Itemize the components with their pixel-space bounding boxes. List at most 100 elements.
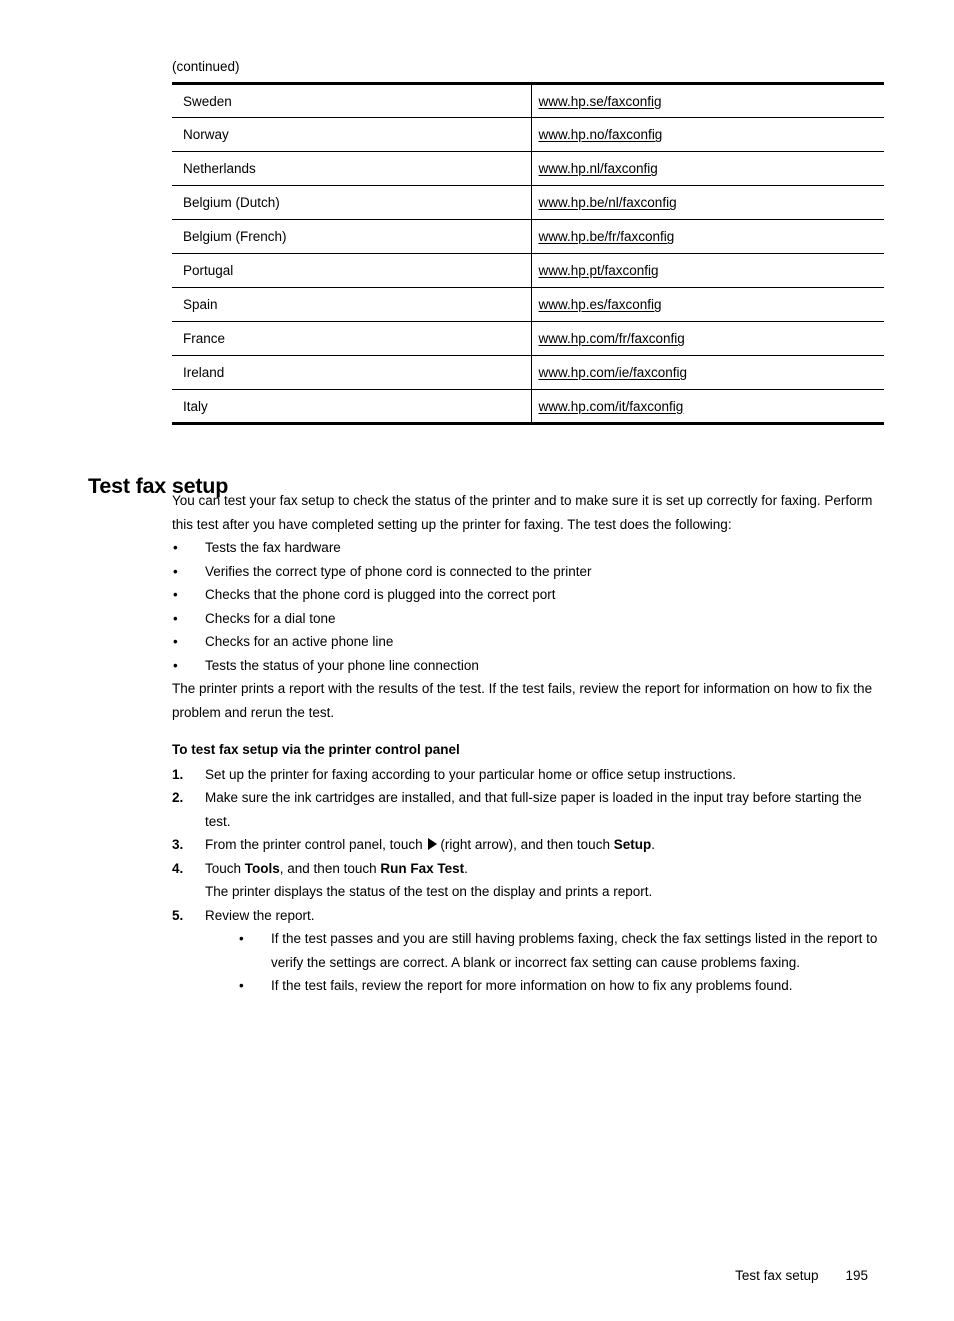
country-cell: Belgium (French) [172, 219, 532, 254]
step-number: 1. [172, 766, 184, 782]
list-item-label: Checks that the phone cord is plugged in… [205, 587, 556, 602]
bullet-icon: • [173, 563, 178, 579]
test-checks-list: • Tests the fax hardware • Verifies the … [172, 536, 886, 677]
document-page: (continued) Sweden www.hp.se/faxconfig N… [0, 0, 954, 1321]
country-cell: Italy [172, 389, 532, 425]
country-cell: Spain [172, 287, 532, 322]
table-row: Italy www.hp.com/it/faxconfig [172, 389, 884, 425]
step-item-2: 2. Make sure the ink cartridges are inst… [172, 786, 886, 833]
table-row: Belgium (French) www.hp.be/fr/faxconfig [172, 219, 884, 254]
fax-config-table-body: Sweden www.hp.se/faxconfig Norway www.hp… [172, 82, 884, 425]
list-item-label: If the test fails, review the report for… [271, 978, 793, 993]
bullet-icon: • [173, 634, 178, 649]
table-row: Belgium (Dutch) www.hp.be/nl/faxconfig [172, 185, 884, 220]
step-item-5: 5. Review the report. • If the test pass… [172, 904, 886, 998]
step-number: 2. [172, 790, 184, 805]
step-number: 3. [172, 837, 184, 852]
fax-config-url-table: Sweden www.hp.se/faxconfig Norway www.hp… [172, 82, 884, 425]
step-text-before-icon: From the printer control panel, touch [205, 837, 427, 852]
step-text-start: Touch [205, 860, 245, 876]
step-number: 5. [172, 907, 184, 923]
footer-section-title: Test fax setup [735, 1268, 819, 1283]
url-link[interactable]: www.hp.no/faxconfig [539, 127, 663, 142]
url-cell: www.hp.be/fr/faxconfig [531, 219, 884, 254]
list-item: • If the test passes and you are still h… [238, 927, 886, 974]
step-text-after-icon: (right arrow), and then touch [440, 837, 614, 852]
table-row: Portugal www.hp.pt/faxconfig [172, 253, 884, 288]
list-item-label: Checks for an active phone line [205, 634, 394, 649]
url-cell: www.hp.no/faxconfig [531, 117, 884, 152]
url-cell: www.hp.com/ie/faxconfig [531, 355, 884, 390]
url-cell: www.hp.nl/faxconfig [531, 151, 884, 186]
list-item-label: If the test passes and you are still hav… [271, 931, 878, 970]
right-arrow-icon [428, 838, 438, 850]
ui-term-tools: Tools [244, 860, 280, 876]
table-row: Sweden www.hp.se/faxconfig [172, 82, 884, 118]
country-cell: Portugal [172, 253, 532, 288]
ui-term-setup: Setup [613, 837, 652, 852]
step-text: Set up the printer for faxing according … [205, 766, 737, 782]
url-link[interactable]: www.hp.es/faxconfig [539, 297, 662, 312]
section-body: You can test your fax setup to check the… [172, 489, 886, 998]
step-note: The printer displays the status of the t… [205, 884, 653, 899]
list-item-label: Tests the status of your phone line conn… [205, 657, 479, 673]
footer-page-number: 195 [845, 1268, 868, 1283]
url-link[interactable]: www.hp.com/fr/faxconfig [539, 331, 685, 346]
procedure-heading: To test fax setup via the printer contro… [172, 742, 460, 757]
url-cell: www.hp.pt/faxconfig [531, 253, 884, 288]
step-5-subbullets: • If the test passes and you are still h… [238, 927, 886, 998]
url-link[interactable]: www.hp.com/it/faxconfig [539, 399, 684, 414]
ui-term-run-fax-test: Run Fax Test [380, 860, 465, 876]
list-item: • Checks for an active phone line [172, 630, 886, 654]
bullet-icon: • [173, 657, 178, 673]
url-link[interactable]: www.hp.be/fr/faxconfig [539, 229, 675, 244]
list-item-label: Checks for a dial tone [205, 610, 336, 626]
bullet-icon: • [173, 587, 178, 602]
intro-paragraph: You can test your fax setup to check the… [172, 493, 873, 532]
country-cell: Norway [172, 117, 532, 152]
table-row: Ireland www.hp.com/ie/faxconfig [172, 355, 884, 390]
country-cell: Sweden [172, 82, 532, 118]
step-text: Review the report. [205, 907, 315, 923]
bullet-icon: • [239, 978, 244, 993]
table-continued-label: (continued) [172, 59, 240, 74]
table-row: France www.hp.com/fr/faxconfig [172, 321, 884, 356]
list-item: • If the test fails, review the report f… [238, 974, 886, 998]
bullet-icon: • [173, 540, 178, 555]
url-link[interactable]: www.hp.se/faxconfig [539, 94, 662, 109]
url-cell: www.hp.com/it/faxconfig [531, 389, 884, 425]
url-link[interactable]: www.hp.pt/faxconfig [539, 263, 659, 278]
page-footer: Test fax setup 195 [735, 1267, 868, 1285]
url-cell: www.hp.be/nl/faxconfig [531, 185, 884, 220]
country-cell: France [172, 321, 532, 356]
post-bullets-paragraph: The printer prints a report with the res… [172, 681, 873, 720]
bullet-icon: • [239, 931, 244, 946]
country-cell: Ireland [172, 355, 532, 390]
step-text-mid: , and then touch [279, 860, 381, 876]
table-row: Spain www.hp.es/faxconfig [172, 287, 884, 322]
step-item-1: 1. Set up the printer for faxing accordi… [172, 763, 886, 787]
step-text: Make sure the ink cartridges are install… [205, 790, 862, 829]
table-row: Norway www.hp.no/faxconfig [172, 117, 884, 152]
country-cell: Belgium (Dutch) [172, 185, 532, 220]
list-item: • Checks for a dial tone [172, 607, 886, 631]
step-text-end: . [464, 860, 468, 876]
list-item-label: Verifies the correct type of phone cord … [205, 563, 592, 579]
step-item-4: 4. Touch Tools, and then touch Run Fax T… [172, 857, 886, 904]
url-cell: www.hp.se/faxconfig [531, 82, 884, 118]
country-cell: Netherlands [172, 151, 532, 186]
bullet-icon: • [173, 610, 178, 626]
url-link[interactable]: www.hp.com/ie/faxconfig [539, 365, 688, 380]
url-link[interactable]: www.hp.nl/faxconfig [539, 161, 658, 176]
url-link[interactable]: www.hp.be/nl/faxconfig [539, 195, 677, 210]
list-item: • Tests the fax hardware [172, 536, 886, 560]
step-text-end: . [651, 837, 655, 852]
url-cell: www.hp.es/faxconfig [531, 287, 884, 322]
step-item-3: 3. From the printer control panel, touch… [172, 833, 886, 857]
list-item: • Tests the status of your phone line co… [172, 654, 886, 678]
procedure-steps-list: 1. Set up the printer for faxing accordi… [172, 763, 886, 998]
table-row: Netherlands www.hp.nl/faxconfig [172, 151, 884, 186]
list-item: • Checks that the phone cord is plugged … [172, 583, 886, 607]
list-item-label: Tests the fax hardware [205, 540, 341, 555]
url-cell: www.hp.com/fr/faxconfig [531, 321, 884, 356]
